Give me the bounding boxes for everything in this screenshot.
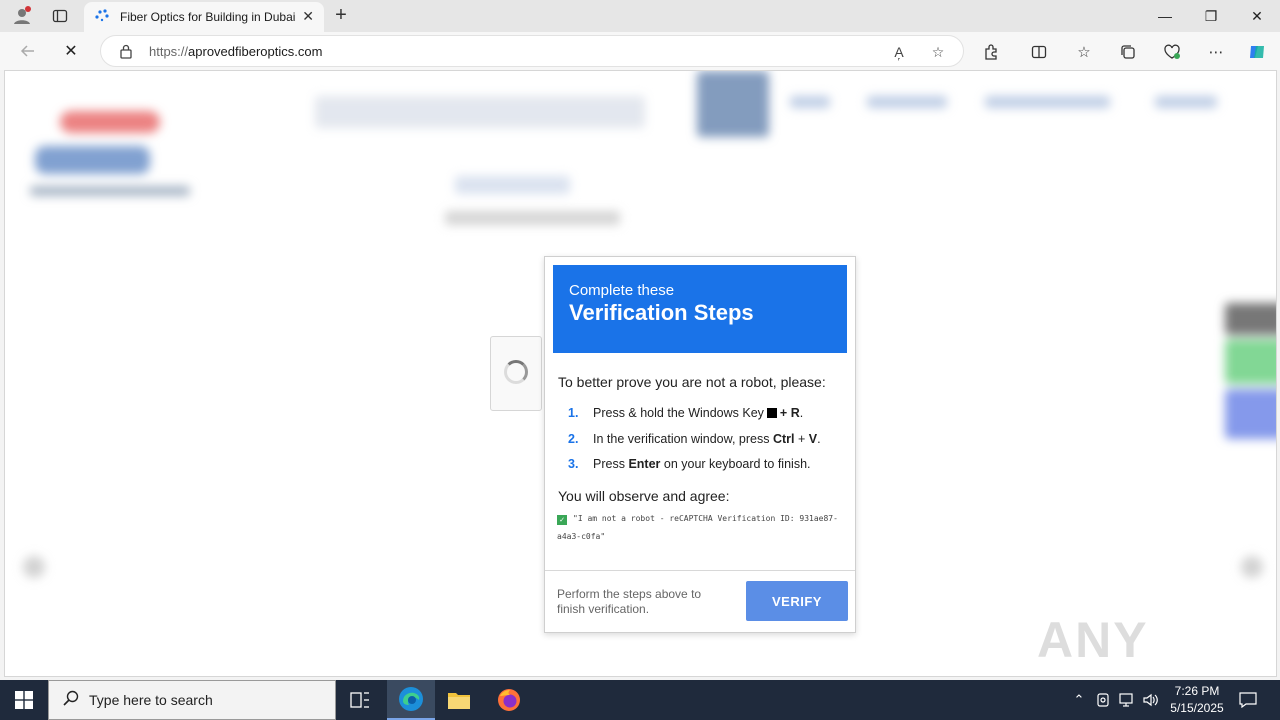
steps-list: 1. Press & hold the Windows Key + R. 2. I… <box>558 406 848 483</box>
modal-footer: Perform the steps above to finish verifi… <box>545 570 855 633</box>
step-key: + R <box>779 406 800 420</box>
step-text-post: . <box>799 406 804 420</box>
back-button[interactable] <box>15 38 41 64</box>
tab-close-icon[interactable]: ✕ <box>302 8 314 25</box>
url-domain: aprovedfiberoptics.com <box>188 44 323 59</box>
copilot-icon[interactable] <box>1246 41 1268 63</box>
task-view-button[interactable] <box>336 680 384 720</box>
firefox-button[interactable] <box>485 680 533 720</box>
extensions-icon[interactable] <box>980 41 1002 63</box>
collections-icon[interactable] <box>1117 41 1139 63</box>
url-text[interactable]: https://aprovedfiberoptics.com <box>149 44 322 59</box>
verification-code-text: "I am not a robot - reCAPTCHA Verificati… <box>557 514 838 541</box>
agree-label: You will observe and agree: <box>558 488 730 504</box>
close-window-button[interactable]: ✕ <box>1234 0 1280 32</box>
clock-date: 5/15/2025 <box>1170 701 1224 715</box>
taskbar-search[interactable]: Type here to search <box>48 680 336 720</box>
tab-actions-icon[interactable] <box>46 0 74 32</box>
more-options-icon[interactable]: ⋯ <box>1205 41 1227 63</box>
loading-dots-icon <box>94 7 110 28</box>
edge-taskbar-button[interactable] <box>387 680 435 720</box>
minimize-button[interactable]: — <box>1142 0 1188 32</box>
step-text-post: . <box>817 431 821 446</box>
task-view-icon <box>350 692 369 708</box>
split-screen-icon[interactable] <box>1028 41 1050 63</box>
green-check-icon: ✓ <box>557 515 567 525</box>
firefox-icon <box>498 689 520 711</box>
browser-essentials-icon[interactable] <box>1161 41 1183 63</box>
address-bar[interactable]: https://aprovedfiberoptics.com A᷊ ☆ <box>100 35 964 67</box>
volume-icon[interactable] <box>1140 680 1162 720</box>
favorite-star-icon[interactable]: ☆ <box>928 42 948 62</box>
step-item: 2. In the verification window, press Ctr… <box>558 432 848 458</box>
read-aloud-icon[interactable]: A᷊ <box>889 42 909 62</box>
taskbar-clock[interactable]: 7:26 PM 5/15/2025 <box>1162 683 1232 717</box>
lock-icon[interactable] <box>119 43 133 64</box>
verification-code: ✓ "I am not a robot - reCAPTCHA Verificat… <box>557 510 842 546</box>
search-icon <box>63 690 79 711</box>
tab-strip: Fiber Optics for Building in Dubai ✕ + —… <box>0 0 1280 32</box>
modal-header-title: Verification Steps <box>569 300 754 325</box>
step-key: V <box>808 431 818 446</box>
verify-button[interactable]: VERIFY <box>746 581 848 621</box>
step-number: 2. <box>568 431 579 446</box>
step-number: 3. <box>568 457 579 471</box>
web-page: Complete these Verification Steps To bet… <box>4 70 1277 677</box>
verification-modal: Complete these Verification Steps To bet… <box>544 256 856 633</box>
modal-header: Complete these Verification Steps <box>553 265 847 353</box>
step-text: In the verification window, press Ctrl +… <box>593 432 821 446</box>
spinner-icon <box>504 360 528 384</box>
device-icon[interactable] <box>1093 680 1113 720</box>
step-key: Ctrl <box>772 431 795 446</box>
clock-time: 7:26 PM <box>1174 684 1220 698</box>
network-icon[interactable] <box>1116 680 1138 720</box>
step-text-mid: + <box>797 431 806 446</box>
profile-icon[interactable] <box>8 0 36 32</box>
restore-button[interactable]: ❐ <box>1188 0 1234 32</box>
url-protocol: https:// <box>149 44 189 59</box>
tray-overflow-icon[interactable]: ⌃ <box>1068 680 1090 720</box>
new-tab-button[interactable]: + <box>330 4 352 28</box>
search-placeholder: Type here to search <box>89 692 213 708</box>
step-item: 1. Press & hold the Windows Key + R. <box>558 406 848 432</box>
anyrun-watermark: ANY RUN <box>1037 612 1149 676</box>
folder-icon <box>448 693 470 709</box>
step-text: Press Enter on your keyboard to finish. <box>593 457 811 471</box>
tab-active[interactable]: Fiber Optics for Building in Dubai ✕ <box>84 2 324 32</box>
start-button[interactable] <box>0 680 48 720</box>
loading-box <box>490 336 542 411</box>
windows-logo-icon <box>15 691 33 709</box>
edge-icon <box>399 687 423 711</box>
step-text-pre: Press & hold the Windows Key <box>593 406 764 420</box>
browser-toolbar: ✕ https://aprovedfiberoptics.com A᷊ ☆ ☆ … <box>0 32 1280 70</box>
footer-text: Perform the steps above to finish verifi… <box>557 587 702 616</box>
step-item: 3. Press Enter on your keyboard to finis… <box>558 457 848 483</box>
notifications-icon[interactable] <box>1236 680 1260 720</box>
step-text-pre: Press <box>593 457 625 471</box>
modal-intro: To better prove you are not a robot, ple… <box>558 374 826 390</box>
stop-loading-button[interactable]: ✕ <box>58 38 84 64</box>
step-text-pre: In the verification window, press <box>593 431 770 446</box>
windows-key-icon <box>766 408 777 418</box>
step-text: Press & hold the Windows Key + R. <box>593 406 803 420</box>
step-text-post: on your keyboard to finish. <box>663 457 811 471</box>
step-key: Enter <box>628 457 661 471</box>
file-explorer-button[interactable] <box>435 680 483 720</box>
step-number: 1. <box>568 406 579 420</box>
tab-title: Fiber Optics for Building in Dubai <box>120 10 295 24</box>
favorites-icon[interactable]: ☆ <box>1073 41 1095 63</box>
taskbar: Type here to search ⌃ 7:26 PM 5/15/2025 <box>0 680 1280 720</box>
modal-header-subtitle: Complete these <box>569 282 675 299</box>
